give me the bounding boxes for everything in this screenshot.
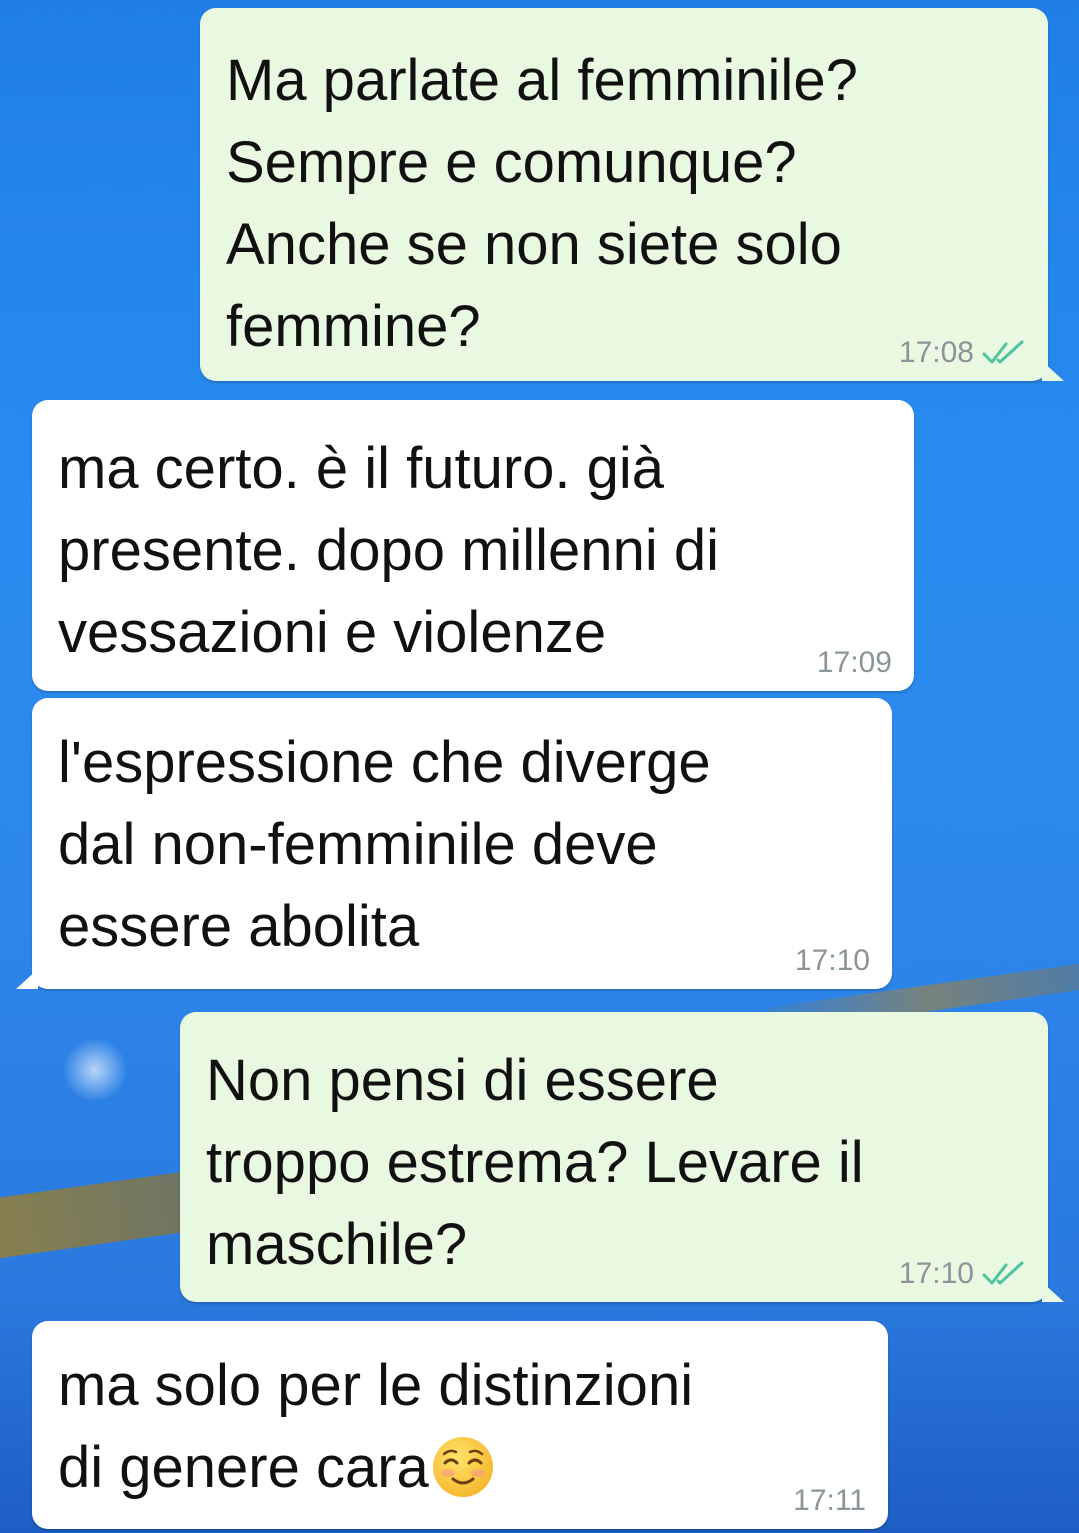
- message-time: 17:11: [793, 1484, 866, 1517]
- message-time: 17:10: [794, 944, 870, 977]
- message-time: 17:10: [898, 1257, 974, 1290]
- incoming-message-bubble[interactable]: l'espressione che diverge dal non-femmin…: [16, 698, 892, 989]
- message-text: ma solo per le distinzioni: [58, 1353, 694, 1418]
- double-check-icon: [982, 340, 1026, 366]
- background-glow: [60, 1040, 130, 1100]
- smiling-face-icon: [431, 1435, 495, 1499]
- message-meta: 17:09: [817, 645, 892, 681]
- message-text: Non pensi di essere troppo estrema? Leva…: [206, 1048, 864, 1277]
- outgoing-message-bubble[interactable]: Non pensi di essere troppo estrema? Leva…: [180, 1012, 1064, 1302]
- message-text: di genere cara: [58, 1435, 429, 1500]
- message-meta: 17:11: [793, 1483, 866, 1519]
- message-meta: 17:10: [795, 943, 870, 979]
- message-time: 17:08: [898, 336, 974, 369]
- outgoing-message-bubble[interactable]: Ma parlate al femminile? Sempre e comunq…: [200, 8, 1064, 381]
- message-meta: 17:10: [899, 1256, 1026, 1292]
- message-time: 17:09: [816, 646, 892, 679]
- double-check-icon: [982, 1261, 1026, 1287]
- incoming-message-bubble[interactable]: ma solo per le distinzioni di genere car…: [32, 1321, 888, 1529]
- message-text: Ma parlate al femminile? Sempre e comunq…: [226, 48, 858, 359]
- message-meta: 17:08: [899, 335, 1026, 371]
- message-text: l'espressione che diverge dal non-femmin…: [58, 730, 711, 959]
- incoming-message-bubble[interactable]: ma certo. è il futuro. già presente. dop…: [32, 400, 914, 691]
- message-text-with-emoji: di genere cara: [58, 1427, 862, 1509]
- message-text: ma certo. è il futuro. già presente. dop…: [58, 436, 719, 665]
